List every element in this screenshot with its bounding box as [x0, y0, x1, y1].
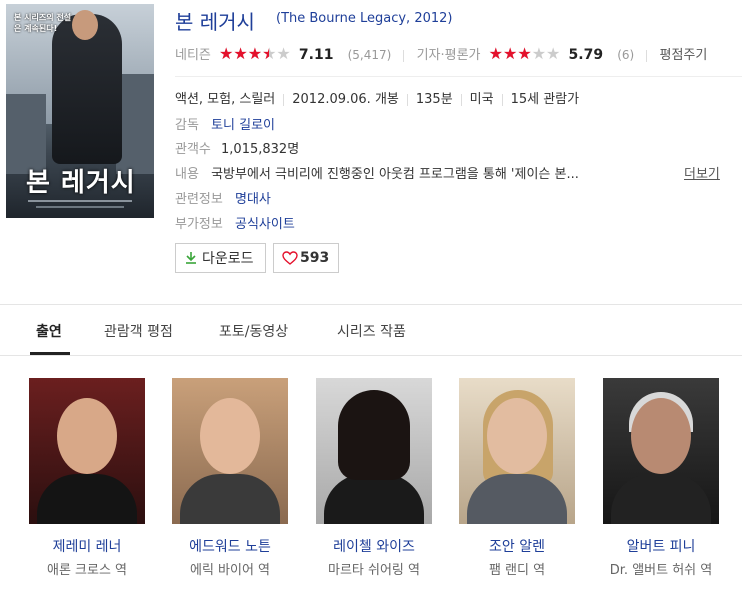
divider	[460, 93, 462, 106]
active-tab-indicator	[30, 352, 70, 355]
country: 미국	[469, 92, 494, 107]
poster-tagline: 본 시리즈의 전설은 계속된다!	[14, 13, 72, 33]
cast-name[interactable]: 알버트 피니	[603, 536, 719, 556]
synopsis-text: 국방부에서 극비리에 진행중인 아웃컴 프로그램을 통해 '제이슨 본...	[211, 167, 579, 182]
tab-series[interactable]: 시리즈 작품	[337, 321, 406, 341]
movie-title-original: (The Bourne Legacy, 2012)	[276, 11, 453, 26]
genre: 액션, 모험, 스릴러	[175, 92, 276, 107]
poster-credits	[36, 206, 124, 208]
netizen-star-rating: ★★★★★★★★★★	[219, 44, 291, 63]
tab-bar: 출연 관람객 평점 포토/동영상 시리즈 작품	[0, 305, 742, 356]
age-rating: 15세 관람가	[510, 92, 580, 107]
audience-label: 관객수	[175, 142, 211, 157]
synopsis-more-link[interactable]: 더보기	[684, 163, 720, 182]
poster-title: 본 레거시	[26, 168, 136, 198]
download-label: 다운로드	[202, 251, 254, 267]
cast-photo[interactable]	[172, 378, 288, 524]
like-button[interactable]: 593	[273, 243, 339, 273]
runtime: 135분	[415, 92, 453, 107]
download-icon	[186, 252, 196, 264]
audience-count: 1,015,832명	[221, 142, 300, 157]
extra-row: 부가정보 공식사이트	[175, 213, 295, 232]
ratings-row: 네티즌 ★★★★★★★★★★ 7.11 (5,417) 기자·평론가 ★★★★★…	[175, 44, 707, 64]
critic-star-rating: ★★★★★★★★★★	[488, 44, 561, 63]
tab-audience-reviews[interactable]: 관람객 평점	[104, 321, 173, 341]
cast-role: 애론 크로스 역	[46, 563, 128, 578]
cast-card[interactable]: 알버트 피니 Dr. 앨버트 허쉬 역	[603, 378, 719, 580]
director-link[interactable]: 토니 길로이	[211, 118, 275, 133]
related-label: 관련정보	[175, 192, 223, 207]
poster-credits	[28, 200, 132, 202]
synopsis-row: 내용 국방부에서 극비리에 진행중인 아웃컴 프로그램을 통해 '제이슨 본..…	[175, 163, 579, 182]
cast-photo[interactable]	[29, 378, 145, 524]
related-link[interactable]: 명대사	[235, 192, 271, 207]
cast-card[interactable]: 조안 알렌 팸 랜디 역	[459, 378, 575, 580]
cast-role: 마르타 쉬어링 역	[328, 563, 420, 578]
release-date: 2012.09.06. 개봉	[292, 92, 399, 107]
audience-row: 관객수 1,015,832명	[175, 138, 299, 157]
divider-line	[175, 76, 742, 77]
netizen-score: 7.11	[298, 47, 334, 63]
cast-role: 에릭 바이어 역	[189, 563, 271, 578]
related-row: 관련정보 명대사	[175, 188, 271, 207]
cast-name[interactable]: 레이첼 와이즈	[316, 536, 432, 556]
tab-cast[interactable]: 출연	[36, 321, 62, 341]
movie-poster[interactable]: 본 시리즈의 전설은 계속된다! 본 레거시	[6, 4, 154, 218]
download-button[interactable]: 다운로드	[175, 243, 266, 273]
cast-role: 팸 랜디 역	[488, 563, 546, 578]
critic-score: 5.79	[568, 47, 604, 63]
netizen-count: (5,417)	[347, 48, 392, 62]
director-label: 감독	[175, 118, 199, 133]
extra-label: 부가정보	[175, 217, 223, 232]
cast-name[interactable]: 에드워드 노튼	[172, 536, 288, 556]
cast-photo[interactable]	[459, 378, 575, 524]
heart-icon	[282, 251, 298, 265]
cast-card[interactable]: 제레미 레너 애론 크로스 역	[29, 378, 145, 580]
info-summary-row: 액션, 모험, 스릴러 2012.09.06. 개봉 135분 미국 15세 관람가	[175, 88, 579, 107]
official-site-link[interactable]: 공식사이트	[235, 217, 295, 232]
cast-photo[interactable]	[316, 378, 432, 524]
rate-link[interactable]: 평점주기	[659, 48, 707, 63]
cast-role: Dr. 앨버트 허쉬 역	[609, 563, 713, 578]
tab-photo-video[interactable]: 포토/동영상	[219, 321, 288, 341]
netizen-rating-label: 네티즌	[175, 48, 211, 63]
critic-count: (6)	[617, 48, 635, 62]
movie-title[interactable]: 본 레거시	[175, 6, 255, 35]
divider	[406, 93, 408, 106]
cast-name[interactable]: 조안 알렌	[459, 536, 575, 556]
critic-rating-label: 기자·평론가	[416, 48, 481, 63]
divider	[403, 49, 405, 62]
divider	[501, 93, 503, 106]
divider	[283, 93, 285, 106]
director-row: 감독 토니 길로이	[175, 114, 275, 133]
poster-figure-head	[72, 10, 98, 40]
cast-card[interactable]: 레이첼 와이즈 마르타 쉬어링 역	[316, 378, 432, 580]
cast-card[interactable]: 에드워드 노튼 에릭 바이어 역	[172, 378, 288, 580]
like-count: 593	[300, 250, 330, 266]
cast-photo[interactable]	[603, 378, 719, 524]
cast-name[interactable]: 제레미 레너	[29, 536, 145, 556]
divider	[646, 49, 648, 62]
synopsis-label: 내용	[175, 167, 199, 182]
